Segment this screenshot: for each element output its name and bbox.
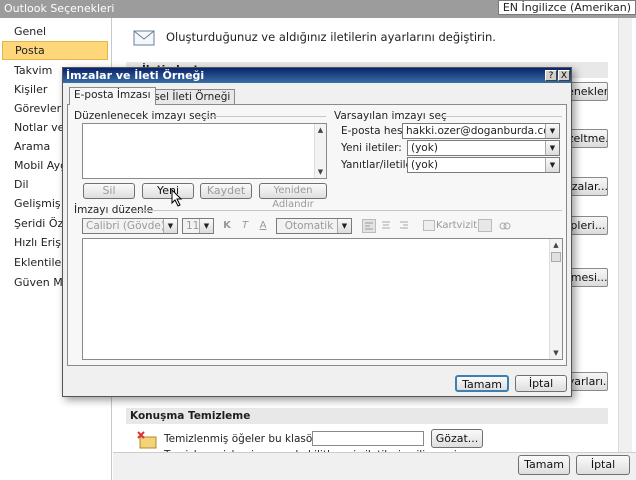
- font-value: Calibri (Gövde): [86, 220, 165, 232]
- underline-button[interactable]: A: [256, 219, 270, 233]
- dialog-cancel-button[interactable]: İptal: [515, 375, 567, 392]
- hyperlink-icon[interactable]: [498, 219, 512, 233]
- signature-list-scrollbar[interactable]: ▲ ▼: [314, 124, 326, 178]
- tab-email-signature[interactable]: E-posta İmzası: [69, 87, 156, 105]
- sidebar-item-0[interactable]: Genel: [2, 22, 108, 41]
- replies-select[interactable]: (yok) ▼: [407, 157, 560, 173]
- chevron-down-icon: ▼: [199, 219, 213, 233]
- font-size-select[interactable]: 11 ▼: [182, 218, 214, 234]
- align-left-icon[interactable]: [362, 219, 376, 233]
- main-scrollbar[interactable]: [618, 18, 632, 458]
- new-messages-select[interactable]: (yok) ▼: [407, 140, 560, 156]
- editor-scroll-thumb[interactable]: [551, 252, 561, 262]
- default-signature-label: Varsayılan imzayı seç: [334, 110, 447, 122]
- sidebar-item-1[interactable]: Posta: [2, 41, 108, 60]
- chevron-down-icon: ▼: [163, 219, 177, 233]
- font-color-value: Otomatik: [284, 220, 334, 232]
- select-signature-label: Düzenlenecek imzayı seçin: [74, 110, 217, 122]
- delete-button[interactable]: Sil: [83, 183, 135, 199]
- editor-scrollbar[interactable]: ▲ ▼: [549, 239, 562, 359]
- new-messages-label: Yeni iletiler:: [341, 142, 402, 154]
- chevron-down-icon: ▼: [545, 141, 559, 155]
- divider: [196, 116, 326, 117]
- replies-value: (yok): [411, 159, 438, 171]
- font-size-value: 11: [186, 220, 200, 232]
- dialog-ok-button[interactable]: Tamam: [455, 375, 509, 392]
- help-icon[interactable]: ?: [545, 70, 557, 81]
- tab-panel: Düzenlenecek imzayı seçin ▲ ▼ Sil Yeni Ka…: [67, 104, 567, 366]
- align-center-icon[interactable]: [380, 219, 394, 233]
- cleanup-icon: [136, 430, 158, 450]
- email-account-select[interactable]: hakki.ozer@doganburda.com ▼: [402, 123, 560, 139]
- business-card-button[interactable]: Kartvizit: [436, 219, 477, 233]
- section-conversation-cleanup: Konuşma Temizleme: [126, 408, 608, 424]
- language-indicator[interactable]: EN İngilizce (Amerikan): [497, 0, 636, 15]
- mail-options-intro: Oluşturduğunuz ve aldığınız iletilerin a…: [166, 30, 496, 44]
- new-messages-value: (yok): [411, 142, 438, 154]
- font-color-select[interactable]: Otomatik ▼: [276, 218, 352, 234]
- business-card-icon: [423, 220, 435, 231]
- cancel-button[interactable]: İptal: [576, 455, 630, 475]
- signature-editor[interactable]: ▲ ▼: [82, 238, 563, 360]
- chevron-down-icon: ▼: [545, 124, 559, 138]
- bold-button[interactable]: K: [220, 219, 234, 233]
- ok-button[interactable]: Tamam: [518, 455, 570, 475]
- cleanup-folder-input[interactable]: [312, 431, 424, 446]
- rename-button[interactable]: Yeniden Adlandır: [259, 183, 327, 210]
- email-account-value: hakki.ozer@doganburda.com: [406, 125, 560, 137]
- font-select[interactable]: Calibri (Gövde) ▼: [82, 218, 178, 234]
- dialog-title: İmzalar ve İleti Örneği: [63, 68, 571, 83]
- save-button[interactable]: Kaydet: [200, 183, 252, 199]
- divider: [136, 210, 562, 211]
- chevron-down-icon: ▼: [337, 219, 351, 233]
- new-button[interactable]: Yeni: [142, 183, 194, 199]
- browse-button[interactable]: Gözat...: [431, 429, 483, 448]
- signature-list[interactable]: ▲ ▼: [82, 123, 327, 179]
- chevron-down-icon: ▼: [545, 158, 559, 172]
- mouse-cursor-icon: [171, 188, 183, 207]
- divider: [436, 116, 562, 117]
- mail-icon: [132, 25, 156, 49]
- insert-picture-icon[interactable]: [478, 219, 492, 232]
- close-icon[interactable]: X: [558, 70, 570, 81]
- align-right-icon[interactable]: [398, 219, 412, 233]
- signatures-dialog: İmzalar ve İleti Örneği ? X E-posta İmza…: [62, 67, 572, 397]
- italic-button[interactable]: T: [238, 219, 252, 233]
